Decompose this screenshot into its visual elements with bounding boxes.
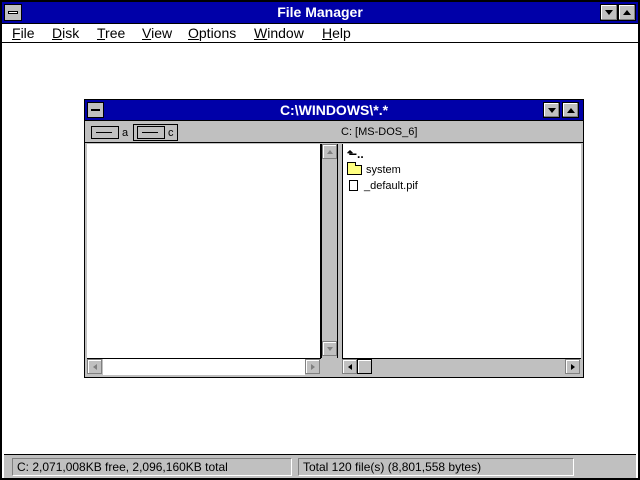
menu-view[interactable]: View bbox=[142, 25, 172, 41]
drive-a-button[interactable]: a bbox=[91, 124, 128, 141]
scroll-track[interactable] bbox=[103, 359, 305, 375]
maximize-icon bbox=[566, 107, 575, 113]
app-minimize-button[interactable] bbox=[600, 4, 618, 21]
arrow-left-icon bbox=[92, 363, 97, 370]
up-arrow-icon: ⬑.. bbox=[347, 146, 364, 161]
arrow-right-icon bbox=[570, 363, 575, 370]
scroll-left-button[interactable] bbox=[87, 359, 102, 374]
arrow-down-icon bbox=[326, 346, 333, 351]
menu-options[interactable]: Options bbox=[188, 25, 236, 41]
maximize-icon bbox=[623, 10, 631, 15]
minimize-icon bbox=[605, 10, 613, 15]
arrow-left-icon bbox=[347, 363, 352, 370]
app-titlebar[interactable]: File Manager bbox=[2, 2, 638, 24]
files-horizontal-scrollbar[interactable] bbox=[342, 358, 581, 375]
document-icon bbox=[349, 180, 358, 191]
menu-tree[interactable]: Tree bbox=[97, 25, 125, 41]
menu-bar: File Disk Tree View Options Window Help bbox=[2, 24, 638, 43]
hard-drive-icon bbox=[137, 126, 165, 139]
file-name: system bbox=[366, 163, 401, 176]
list-item[interactable]: _default.pif bbox=[347, 178, 418, 193]
tree-horizontal-scrollbar[interactable] bbox=[87, 358, 321, 375]
menu-help[interactable]: Help bbox=[322, 25, 351, 41]
status-disk-free: C: 2,071,008KB free, 2,096,160KB total bbox=[12, 458, 292, 476]
file-manager-window: File Manager File Disk Tree View Options… bbox=[0, 0, 640, 480]
menu-window[interactable]: Window bbox=[254, 25, 304, 41]
drive-letter: c bbox=[168, 126, 174, 139]
drive-bar: a c C: [MS-DOS_6] bbox=[85, 122, 583, 143]
app-title: File Manager bbox=[277, 4, 363, 20]
directory-tree-pane[interactable] bbox=[87, 144, 321, 358]
directory-maximize-button[interactable] bbox=[562, 102, 579, 118]
directory-window: C:\WINDOWS\*.* a c C: [MS-DOS_6] ⬑.. sys… bbox=[84, 99, 584, 378]
drive-c-button[interactable]: c bbox=[133, 124, 178, 141]
arrow-up-icon bbox=[326, 149, 333, 154]
floppy-drive-icon bbox=[91, 126, 119, 139]
scroll-down-button[interactable] bbox=[322, 341, 337, 356]
scroll-right-button[interactable] bbox=[565, 359, 580, 374]
drive-letter: a bbox=[122, 126, 129, 139]
list-item[interactable]: ⬑.. bbox=[347, 146, 364, 161]
minimize-icon bbox=[547, 107, 556, 113]
scroll-thumb[interactable] bbox=[357, 359, 372, 374]
menu-file[interactable]: File bbox=[12, 25, 35, 41]
folder-icon bbox=[347, 161, 362, 175]
directory-minimize-button[interactable] bbox=[543, 102, 560, 118]
scroll-up-button[interactable] bbox=[322, 144, 337, 159]
scroll-left-button[interactable] bbox=[342, 359, 357, 374]
tree-vertical-scrollbar[interactable] bbox=[321, 144, 338, 358]
file-name: _default.pif bbox=[364, 179, 418, 192]
directory-window-title: C:\WINDOWS\*.* bbox=[279, 102, 389, 118]
status-bar: C: 2,071,008KB free, 2,096,160KB total T… bbox=[4, 454, 636, 478]
volume-label: C: [MS-DOS_6] bbox=[341, 126, 418, 138]
list-item[interactable]: system bbox=[347, 161, 401, 177]
file-list-pane: ⬑.. system _default.pif bbox=[342, 144, 581, 358]
app-maximize-button[interactable] bbox=[618, 4, 636, 21]
directory-window-titlebar[interactable]: C:\WINDOWS\*.* bbox=[85, 100, 583, 121]
status-file-total: Total 120 file(s) (8,801,558 bytes) bbox=[298, 458, 574, 476]
menu-disk[interactable]: Disk bbox=[52, 25, 79, 41]
arrow-right-icon bbox=[310, 363, 315, 370]
scroll-right-button[interactable] bbox=[305, 359, 320, 374]
